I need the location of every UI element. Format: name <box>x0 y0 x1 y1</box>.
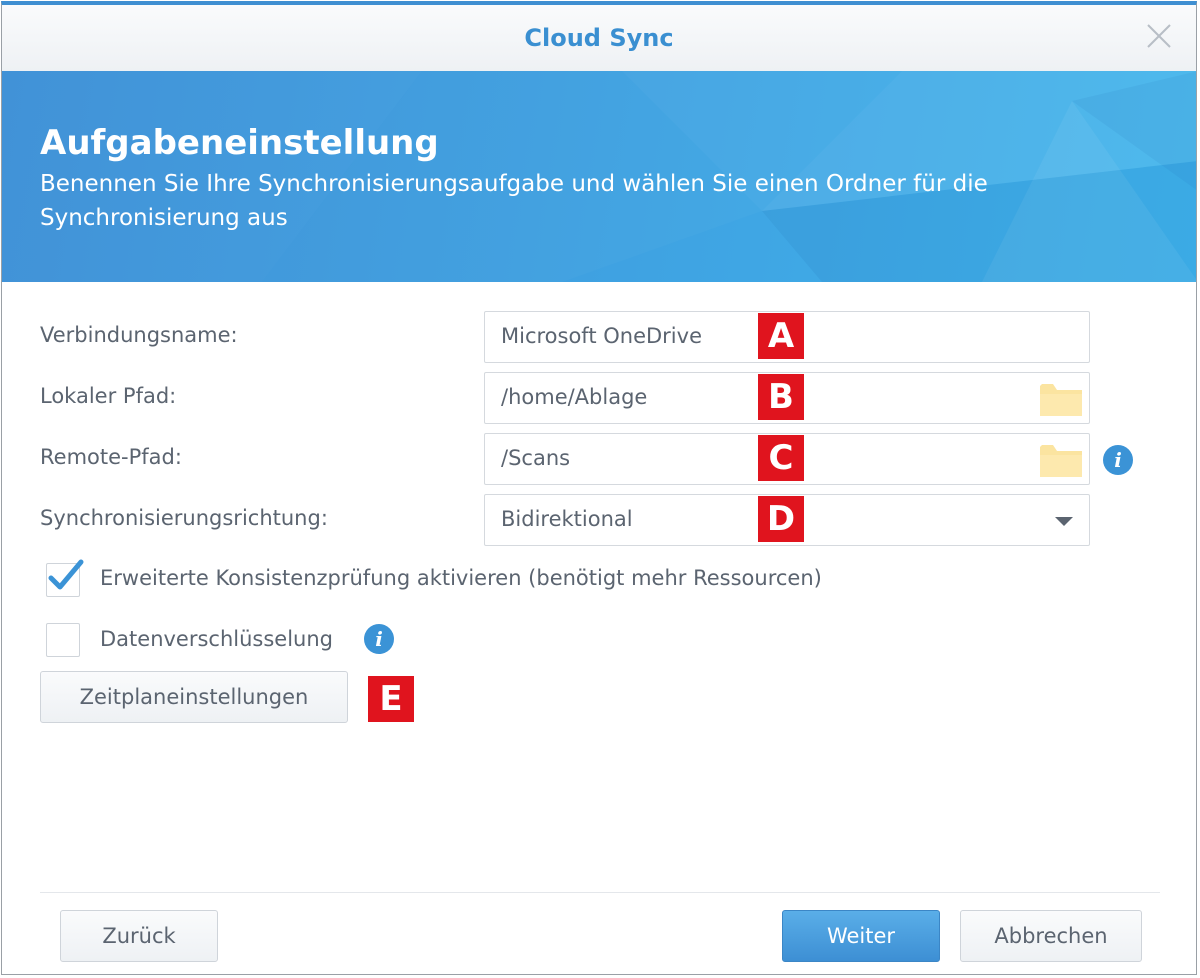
folder-icon[interactable] <box>1039 380 1083 418</box>
annotation-marker-e: E <box>368 676 414 722</box>
sync-direction-label: Synchronisierungsrichtung: <box>40 506 328 530</box>
annotation-marker-b: B <box>758 374 804 420</box>
info-icon[interactable]: i <box>364 624 394 654</box>
next-button[interactable]: Weiter <box>782 910 940 962</box>
info-icon[interactable]: i <box>1103 445 1133 475</box>
cancel-button[interactable]: Abbrechen <box>960 910 1142 962</box>
chevron-down-icon <box>1055 517 1073 526</box>
annotation-marker-a: A <box>758 313 804 359</box>
data-encryption-checkbox[interactable] <box>46 623 80 657</box>
annotation-marker-c: C <box>758 435 804 481</box>
connection-name-label: Verbindungsname: <box>40 323 238 347</box>
sync-direction-value: Bidirektional <box>501 507 633 531</box>
page-subtitle: Benennen Sie Ihre Synchronisierungsaufga… <box>40 171 988 231</box>
page-title: Aufgabeneinstellung <box>40 123 439 163</box>
local-path-label: Lokaler Pfad: <box>40 384 177 408</box>
footer-divider <box>40 892 1160 893</box>
cloud-sync-dialog: Cloud Sync Aufgabeneinstellung Benennen … <box>1 1 1197 975</box>
header-banner: Aufgabeneinstellung Benennen Sie Ihre Sy… <box>2 71 1196 282</box>
consistency-check-checkbox[interactable] <box>46 559 84 597</box>
folder-icon[interactable] <box>1039 441 1083 479</box>
connection-name-value: Microsoft OneDrive <box>501 324 702 348</box>
data-encryption-label[interactable]: Datenverschlüsselung <box>100 627 333 651</box>
remote-path-value: /Scans <box>501 446 571 470</box>
back-button[interactable]: Zurück <box>60 910 218 962</box>
annotation-marker-d: D <box>758 496 804 542</box>
schedule-settings-button[interactable]: Zeitplaneinstellungen <box>40 671 348 723</box>
title-bar: Cloud Sync <box>2 5 1196 72</box>
checkmark-icon <box>48 559 84 590</box>
local-path-value: /home/Ablage <box>501 385 648 409</box>
close-icon[interactable] <box>1144 21 1174 51</box>
window-title: Cloud Sync <box>524 24 674 52</box>
consistency-check-label[interactable]: Erweiterte Konsistenzprüfung aktivieren … <box>100 566 822 590</box>
remote-path-label: Remote-Pfad: <box>40 445 182 469</box>
